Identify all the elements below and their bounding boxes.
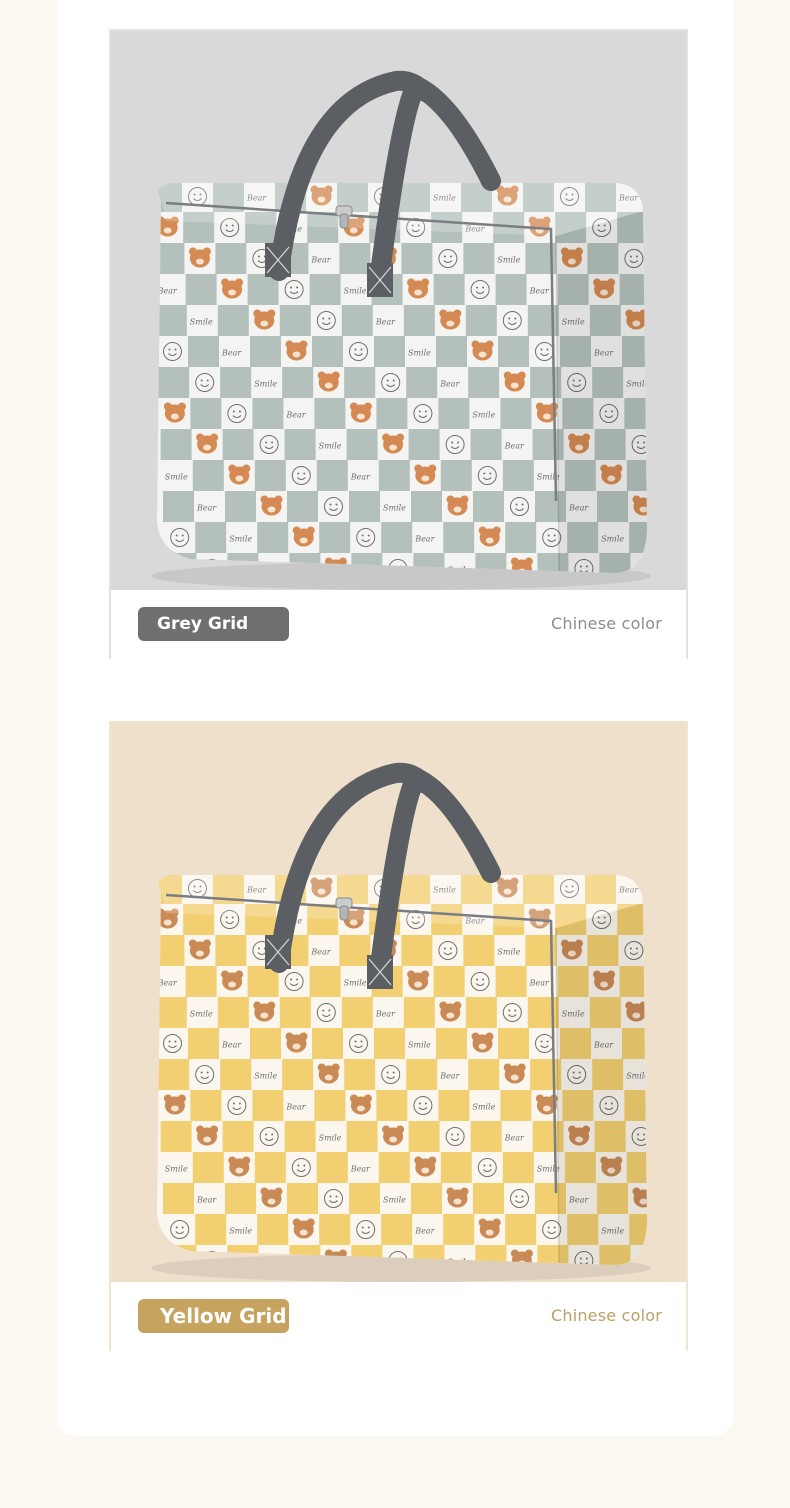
pattern-text: Smile: [472, 1103, 495, 1112]
pattern-text: Bear: [157, 287, 178, 296]
variant-caption: Grey Grid Chinese color: [111, 590, 686, 659]
color-note: Chinese color: [550, 614, 662, 633]
pattern-text: Smile: [319, 442, 342, 451]
variant-card-yellow[interactable]: Bear Smile Bear Smile Bear Smile Bear Smile Bear…: [109, 721, 688, 1351]
product-photo-yellow-bag: Bear Smile Bear Smile Bear Smile Bear Smile Bear…: [111, 723, 686, 1282]
pattern-text: Smile: [344, 287, 367, 296]
pattern-text: Bear: [221, 349, 242, 358]
pattern-text: Bear: [529, 979, 550, 988]
pattern-text: Smile: [165, 473, 188, 482]
pattern-text: Smile: [651, 225, 674, 234]
pattern-text: Smile: [229, 535, 252, 544]
product-photo-grey-bag: Bear Smile Bear Smile Bear Smile Bear Smile Bear…: [111, 31, 686, 590]
pattern-text: Smile: [344, 979, 367, 988]
pattern-text: Bear: [504, 442, 525, 451]
pattern-text: Smile: [497, 948, 520, 957]
pattern-text: Bear: [439, 1072, 460, 1081]
pattern-text: Bear: [285, 411, 306, 420]
pattern-text: Bear: [439, 380, 460, 389]
storage-bag-illustration: Bear Smile Bear Smile Bear Smile Bear Smile Bear…: [151, 762, 678, 1282]
pattern-text: Bear: [221, 1041, 242, 1050]
pattern-text: Bear: [414, 1227, 435, 1236]
pattern-text: Smile: [651, 917, 674, 926]
pattern-text: Smile: [229, 1227, 252, 1236]
variant-label-badge: Yellow Grid: [138, 1299, 289, 1333]
pattern-text: Smile: [190, 1010, 213, 1019]
pattern-text: Bear: [350, 1165, 371, 1174]
pattern-text: Smile: [497, 256, 520, 265]
pattern-text: Smile: [165, 1165, 188, 1174]
variant-caption: Yellow Grid Chinese color: [111, 1282, 686, 1351]
pattern-text: Bear: [375, 318, 396, 327]
pattern-text: Smile: [383, 504, 406, 513]
pattern-text: Smile: [408, 349, 431, 358]
pattern-text: Bear: [529, 287, 550, 296]
pattern-text: Smile: [254, 1072, 277, 1081]
pattern-text: Bear: [504, 1134, 525, 1143]
pattern-text: Bear: [196, 504, 217, 513]
variant-card-grey[interactable]: Bear Smile Bear Smile Bear Smile Bear Smile Bear…: [109, 29, 688, 659]
pattern-text: Bear: [196, 1196, 217, 1205]
pattern-text: Bear: [157, 979, 178, 988]
pattern-text: Smile: [190, 318, 213, 327]
pattern-text: Smile: [472, 411, 495, 420]
color-note: Chinese color: [550, 1306, 662, 1325]
pattern-text: Smile: [408, 1041, 431, 1050]
pattern-text: Bear: [350, 473, 371, 482]
pattern-text: Bear: [657, 1103, 678, 1112]
pattern-text: Bear: [657, 411, 678, 420]
pattern-text: Bear: [310, 948, 331, 957]
pattern-text: Bear: [310, 256, 331, 265]
variant-label-badge: Grey Grid: [138, 607, 289, 641]
pattern-text: Bear: [285, 1103, 306, 1112]
pattern-text: Smile: [319, 1134, 342, 1143]
pattern-text: Bear: [414, 535, 435, 544]
pattern-text: Smile: [383, 1196, 406, 1205]
storage-bag-illustration: Bear Smile Bear Smile Bear Smile Bear Smile Bear…: [151, 70, 678, 590]
pattern-text: Bear: [375, 1010, 396, 1019]
pattern-text: Smile: [254, 380, 277, 389]
product-detail-page: Bear Smile Bear Smile Bear Smile Bear Smile Bear…: [0, 0, 790, 1508]
